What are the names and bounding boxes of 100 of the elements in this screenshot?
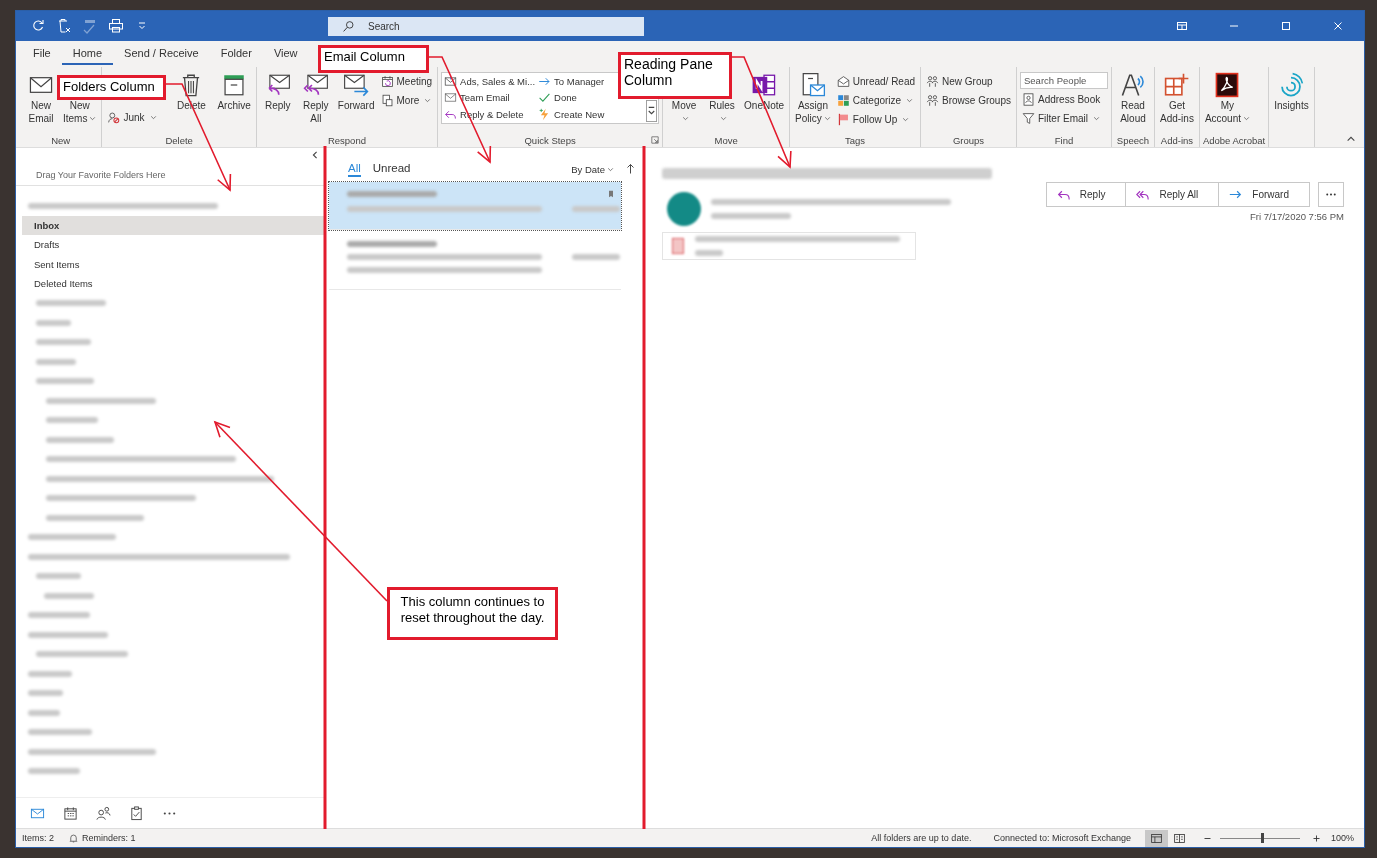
annotation-callout: Reading Pane Column: [618, 52, 732, 99]
blurred-text: [28, 612, 90, 619]
group-label: New: [51, 134, 71, 146]
filter-tab[interactable]: All: [348, 161, 361, 177]
search-people-field[interactable]: Search People: [1020, 72, 1108, 89]
group-label: Delete: [165, 134, 193, 146]
blurred-text: [44, 592, 94, 599]
blocked-person-icon: [107, 111, 121, 124]
ribbon-button[interactable]: Categorize: [834, 92, 918, 109]
quick-step[interactable]: Done: [536, 89, 577, 106]
filter-tab[interactable]: Unread: [372, 161, 411, 177]
group-label: Move: [714, 134, 738, 146]
quick-step[interactable]: To Manager: [536, 73, 605, 89]
folder-item[interactable]: Drafts: [22, 235, 325, 255]
ribbon-tab[interactable]: File: [22, 43, 62, 65]
action-button[interactable]: Reply: [1046, 183, 1126, 206]
ribbon-button[interactable]: Insights: [1272, 69, 1311, 113]
forward-icon: [343, 72, 370, 98]
ribbon-button[interactable]: My Account: [1202, 69, 1253, 125]
zoom-level: 100%: [1330, 833, 1354, 843]
ribbon-button[interactable]: New Items: [61, 98, 99, 125]
ribbon-button[interactable]: Filter Email: [1020, 110, 1108, 127]
blurred-text: [36, 573, 81, 580]
bell-icon: [68, 832, 79, 844]
filter-icon: [1022, 112, 1035, 125]
blurred-text: [28, 670, 72, 677]
people-icon: [926, 75, 940, 88]
action-button[interactable]: Forward: [1218, 183, 1309, 206]
documents-icon: [380, 94, 394, 107]
item-count: Items: 2: [22, 833, 54, 843]
folder-item[interactable]: Sent Items: [22, 254, 325, 274]
ribbon-button[interactable]: Reply: [259, 69, 296, 113]
received-date: Fri 7/17/2020 7:56 PM: [1250, 211, 1344, 222]
gallery-more-icon[interactable]: [646, 100, 658, 122]
ribbon-button[interactable]: Rules: [704, 98, 741, 125]
ribbon-button[interactable]: Browse Groups: [924, 92, 1013, 109]
ribbon-tab[interactable]: Send / Receive: [113, 43, 210, 65]
search-icon: [342, 19, 355, 33]
quick-step[interactable]: Ads, Sales & Mi...: [442, 73, 536, 89]
quick-step[interactable]: Team Email: [442, 89, 510, 106]
blurred-text: [36, 378, 94, 385]
sync-icon[interactable]: [30, 18, 46, 34]
group-label: Speech: [1116, 134, 1150, 146]
flag-icon: [836, 113, 850, 126]
slider-thumb[interactable]: [1260, 832, 1264, 843]
file-icon: [671, 237, 685, 255]
ribbon-button[interactable]: Assign Policy: [793, 69, 833, 125]
ribbon-button[interactable]: Unread/ Read: [834, 73, 918, 90]
ribbon-button[interactable]: Get Add-ins: [1158, 69, 1196, 125]
folder-item[interactable]: Deleted Items: [22, 274, 325, 294]
sort-arrow-icon[interactable]: [626, 163, 635, 175]
caret-icon: [607, 165, 614, 173]
ribbon-button[interactable]: Follow Up: [834, 111, 918, 128]
search-field[interactable]: Search: [328, 16, 644, 36]
reply-icon: [1056, 188, 1070, 201]
ribbon-button[interactable]: New Email: [23, 69, 59, 125]
ribbon-button[interactable]: Read Aloud: [1115, 69, 1151, 125]
people-icon[interactable]: [96, 805, 111, 821]
ribbon-tab[interactable]: View: [262, 43, 309, 65]
ribbon-button[interactable]: New Group: [924, 73, 1013, 90]
ribbon-button[interactable]: Archive: [215, 69, 253, 113]
collapse-pane-icon[interactable]: [311, 150, 319, 160]
blurred-text: [28, 768, 80, 775]
group-label: Add-ins: [1160, 134, 1194, 146]
ribbon-button[interactable]: Meeting: [378, 73, 435, 90]
ribbon-tab[interactable]: Folder: [209, 43, 263, 65]
ribbon-button[interactable]: Junk: [105, 109, 168, 126]
calendar-icon[interactable]: [63, 805, 78, 821]
zoom-in-icon[interactable]: [1311, 833, 1321, 843]
blurred-text: [28, 709, 60, 716]
folder-item[interactable]: Inbox: [22, 215, 325, 235]
insights-icon: [1278, 72, 1305, 98]
open-envelope-icon: [836, 75, 850, 88]
tasks-icon[interactable]: [129, 805, 144, 821]
quick-step[interactable]: Create New: [536, 106, 605, 123]
blurred-text: [46, 417, 98, 424]
blurred-text: [572, 206, 620, 212]
collapse-ribbon-icon[interactable]: [1346, 134, 1356, 144]
blurred-text: [36, 358, 76, 365]
group-label: Quick Steps: [524, 134, 576, 146]
dialog-launcher-icon[interactable]: [651, 136, 660, 144]
action-button[interactable]: Reply All: [1125, 183, 1219, 206]
ribbon-button[interactable]: More: [378, 92, 435, 109]
normal-view-icon[interactable]: [1144, 829, 1168, 847]
avatar: [667, 192, 701, 226]
ribbon-button[interactable]: Move: [666, 98, 703, 125]
group-label: Adobe Acrobat: [1202, 134, 1266, 146]
blurred-text: [36, 300, 106, 307]
blurred-text: [572, 254, 620, 260]
reminder-count: Reminders: 1: [82, 833, 136, 843]
print-icon[interactable]: [108, 18, 124, 34]
annotation-callout: This column continues to reset throughout the day.: [387, 587, 558, 640]
trash-icon[interactable]: [56, 18, 72, 34]
annotation-callout: Email Column: [318, 45, 429, 73]
sort-dropdown[interactable]: By Date: [571, 163, 614, 175]
ribbon-tab[interactable]: Home: [61, 43, 114, 65]
ribbon-button[interactable]: Address Book: [1020, 91, 1108, 108]
blurred-text: [36, 319, 71, 326]
sync-status: All folders are up to date.: [871, 833, 972, 843]
add-ins-icon: [1163, 72, 1190, 98]
